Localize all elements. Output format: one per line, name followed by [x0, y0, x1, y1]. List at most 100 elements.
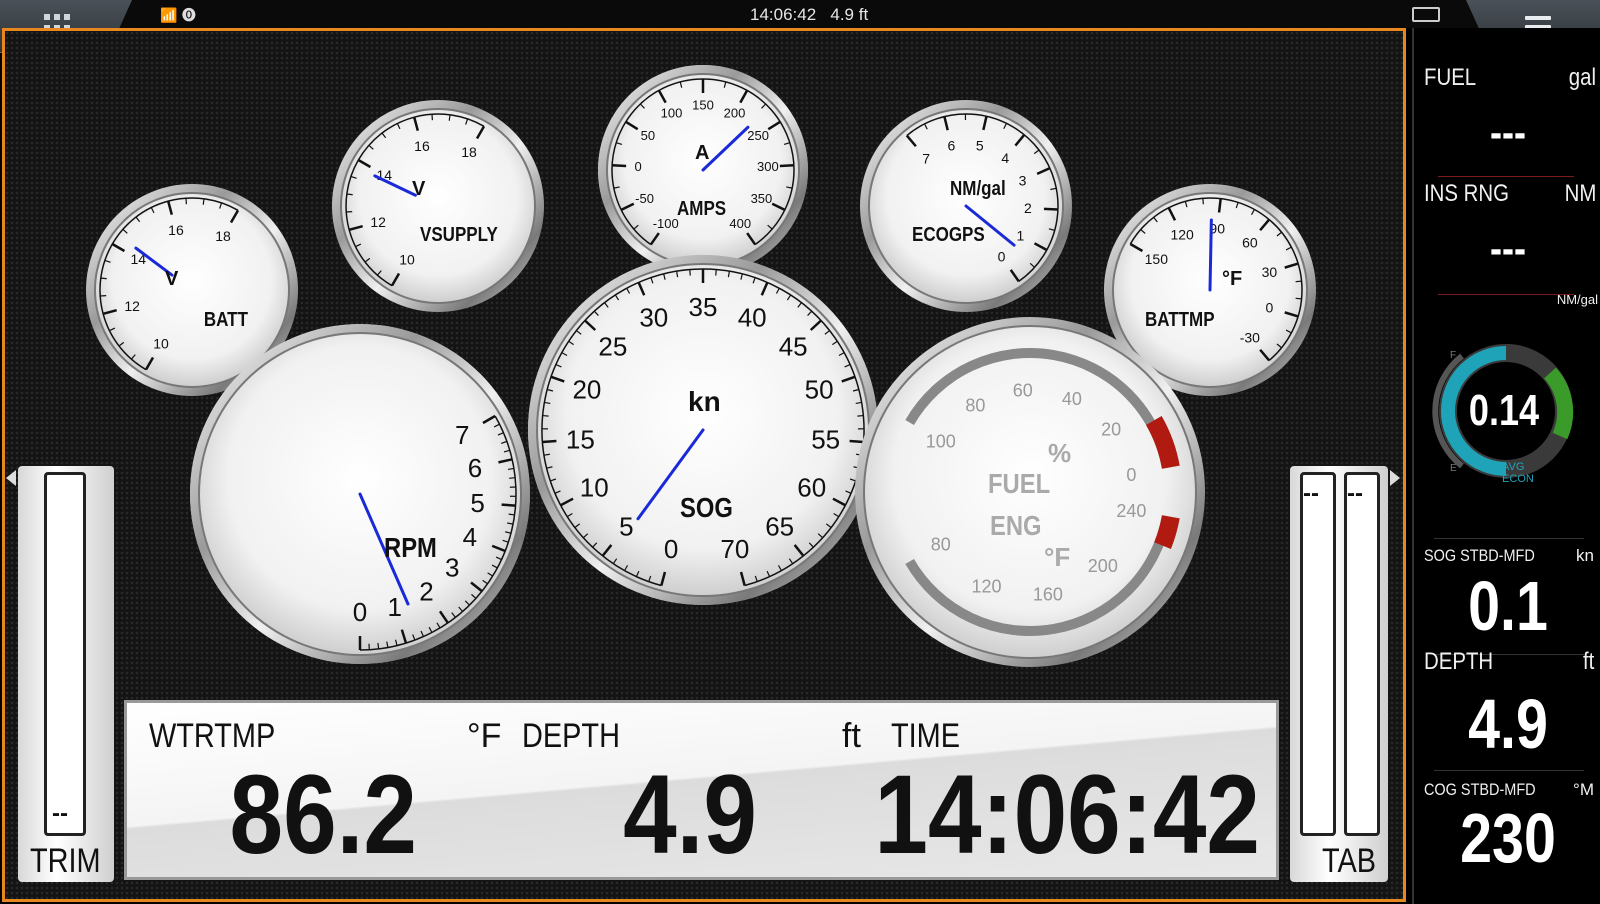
tab-right-value: -- [1347, 480, 1363, 507]
sog-tick-label: 25 [598, 331, 627, 361]
sb-insrng-divider [1438, 294, 1574, 295]
rpm-tick-label: 1 [388, 592, 402, 622]
amps-tick-label: 150 [692, 98, 714, 113]
sog-tick-label: 50 [805, 374, 834, 404]
batt-tick-label: 16 [168, 222, 184, 238]
sog-tick-label: 70 [720, 534, 749, 564]
trim-arrow-icon[interactable] [6, 470, 16, 486]
amps-tick-label: 200 [724, 106, 746, 121]
sog-tick-label: 40 [738, 302, 767, 332]
amps-tick-label: 50 [641, 128, 655, 143]
rpm-tick-label: 5 [470, 488, 484, 518]
ecogps-tick-label: 0 [998, 249, 1006, 265]
batt-label: BATT [203, 309, 248, 331]
time-label: TIME [891, 717, 961, 755]
amps-tick-label: 300 [757, 159, 779, 174]
sb-fuel-divider [1438, 176, 1574, 177]
ecogps-tick-label: 6 [948, 138, 956, 154]
eng-tick-label: 240 [1116, 501, 1146, 521]
rpm-tick-label: 3 [445, 553, 459, 583]
amps-unit: A [695, 142, 710, 164]
fuel-tick-label: 80 [965, 396, 985, 416]
sog-tick-label: 0 [664, 534, 678, 564]
ecogps-tick-label: 4 [1001, 150, 1009, 166]
eng-tick-label: 160 [1033, 584, 1063, 604]
depth-label: DEPTH [522, 717, 620, 755]
sog-tick-label: 15 [566, 424, 595, 454]
sog-tick-label: 5 [619, 511, 633, 541]
vsupply-label: VSUPPLY [420, 224, 498, 246]
rpm-label: RPM [384, 532, 437, 563]
data-panel[interactable]: WTRTMP °F 86.2 DEPTH ft 4.9 TIME 14:06:4… [124, 700, 1279, 880]
sog-tick-label: 65 [765, 511, 794, 541]
sog-tick-label: 30 [639, 302, 668, 332]
ecogps-tick-label: 3 [1019, 172, 1027, 188]
sidebar: FUEL gal --- INS RNG NM --- NM/gal F E A… [1412, 28, 1600, 904]
eng-temp-unit: °F [1044, 542, 1071, 572]
sog-tick [857, 414, 864, 417]
ecogps-tick-label: 5 [976, 137, 984, 153]
sog-tick [542, 439, 557, 444]
sb-sog-unit: kn [1576, 546, 1594, 565]
sb-insrng-value: --- [1489, 224, 1527, 273]
vsupply-tick-label: 16 [414, 138, 430, 154]
vsupply-tick [346, 193, 353, 196]
eng-tick-label: 120 [971, 576, 1001, 596]
vsupply-face [342, 110, 534, 302]
battmp-tick [1217, 198, 1222, 213]
battmp-tick-label: 120 [1170, 226, 1194, 242]
sb-sog-value: 0.1 [1468, 567, 1548, 645]
sog-tick-label: 60 [797, 473, 826, 503]
sb-insrng-unit: NM [1564, 180, 1596, 207]
ecogps-tick [1043, 207, 1058, 211]
sog-unit: kn [688, 386, 721, 417]
sb-cog-label: COG STBD-MFD [1424, 780, 1536, 799]
tab-bar-left [1300, 472, 1336, 836]
sb-sog-label: SOG STBD-MFD [1424, 546, 1535, 565]
econ-f-label: F [1450, 350, 1456, 361]
battmp-tick-label: 0 [1265, 300, 1273, 316]
battmp-tick-label: 150 [1145, 251, 1169, 267]
fuel-pct-unit: % [1048, 438, 1072, 468]
amps-tick [612, 163, 627, 168]
sb-depth-value: 4.9 [1468, 685, 1548, 763]
vsupply-tick-label: 18 [461, 144, 477, 160]
amps-tick [779, 163, 794, 168]
eng-tick-label: 200 [1088, 556, 1118, 576]
eng-redzone [1154, 515, 1180, 549]
fuel-label: FUEL [988, 468, 1051, 499]
tab-arrow-icon[interactable] [1390, 470, 1400, 486]
sb-fuel-value: --- [1489, 108, 1527, 157]
tab-label: TAB [1322, 842, 1377, 880]
vsupply-tick-label: 12 [370, 214, 386, 230]
sb-depth-label: DEPTH [1424, 648, 1494, 675]
sb-econ-value: 0.14 [1468, 386, 1540, 435]
wtrtmp-value: 86.2 [229, 752, 417, 877]
batt-tick-label: 10 [153, 336, 169, 352]
rpm-tick [377, 642, 380, 649]
fuel-tick-label: 0 [1126, 465, 1136, 485]
battmp-needle [1208, 218, 1213, 292]
trim-value: -- [52, 800, 68, 827]
sb-insrng-label: INS RNG [1424, 180, 1510, 207]
fuel-tick-label: 60 [1013, 380, 1033, 400]
batt-unit: V [165, 268, 179, 290]
fuel-tick-label: 100 [926, 432, 956, 452]
rpm-tick [509, 477, 516, 479]
sog-tick-label: 55 [811, 424, 840, 454]
batt-tick [202, 198, 205, 205]
rpm-tick-label: 7 [455, 420, 469, 450]
sb-depth-unit: ft [1582, 648, 1594, 675]
amps-tick-label: 0 [634, 159, 641, 174]
battmp-tick [1295, 297, 1302, 300]
trim-label: TRIM [30, 842, 101, 880]
rpm-tick-label: 2 [419, 577, 433, 607]
ecogps-tick-label: 1 [1017, 228, 1025, 244]
battery-icon [1412, 7, 1440, 22]
sog-tick-label: 20 [572, 374, 601, 404]
wtrtmp-unit: °F [467, 717, 502, 755]
amps-tick-label: 250 [747, 128, 769, 143]
sb-divider-1 [1434, 538, 1584, 539]
eng-label: ENG [990, 510, 1042, 541]
sog-tick-label: 45 [779, 331, 808, 361]
